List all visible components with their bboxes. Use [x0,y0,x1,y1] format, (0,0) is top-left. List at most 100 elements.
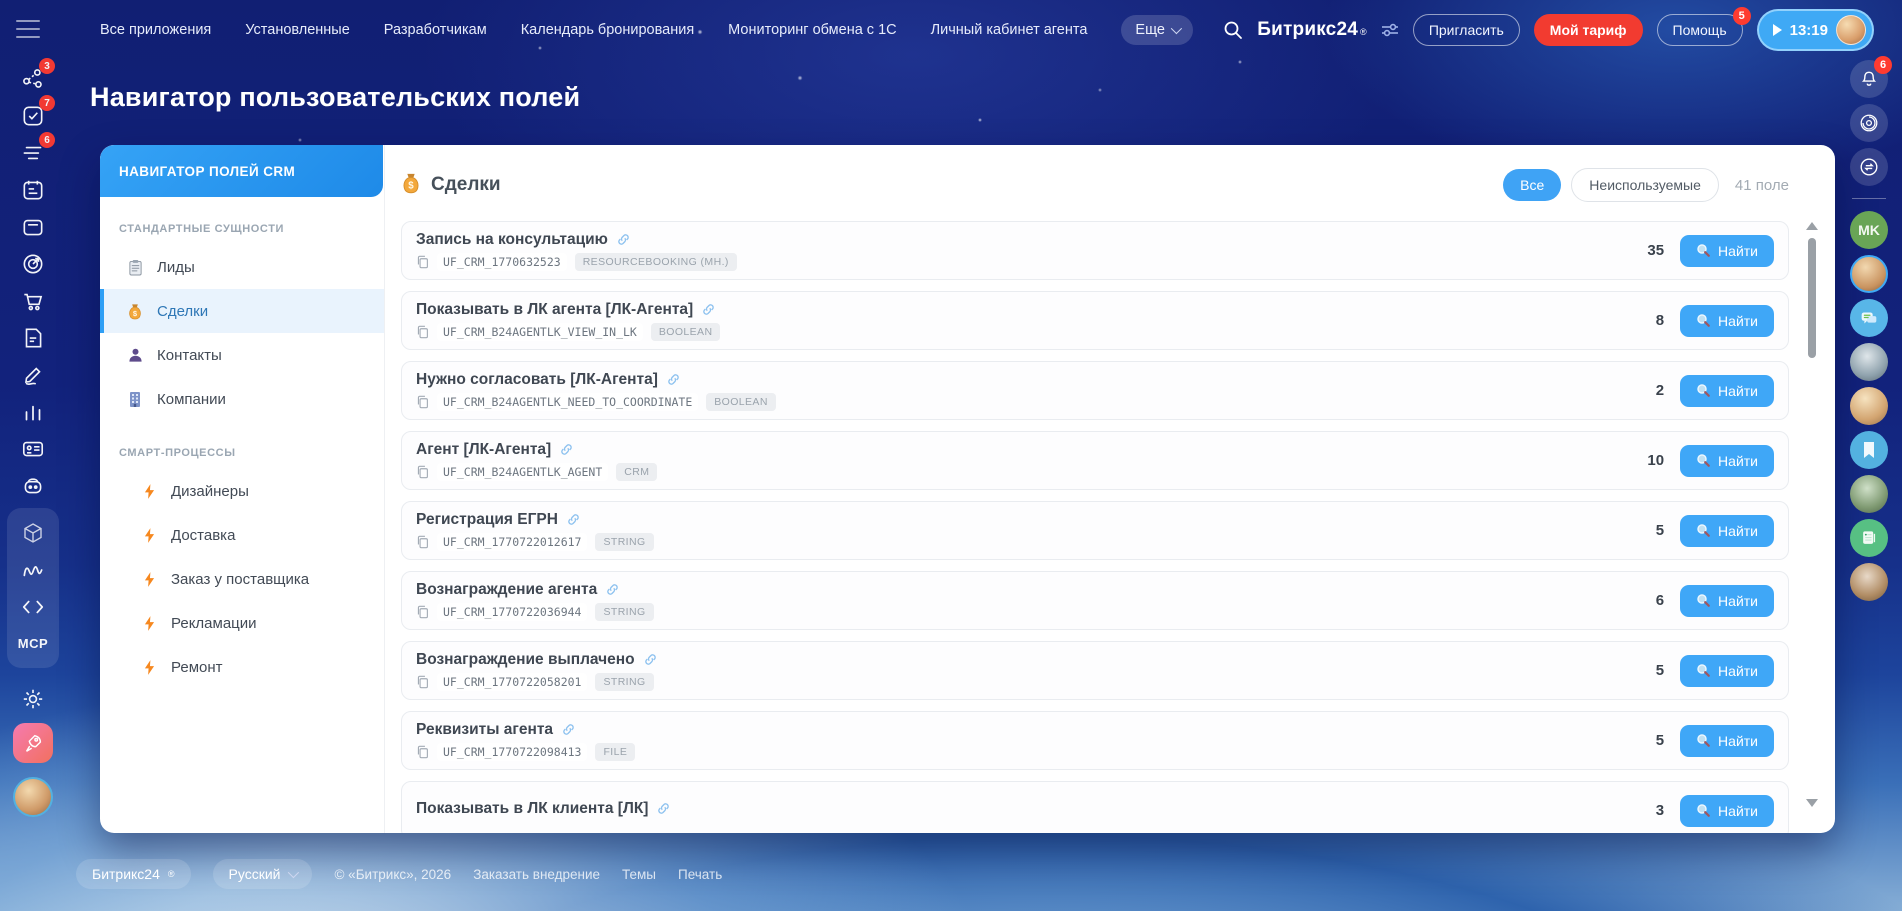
field-name[interactable]: Запись на консультацию [416,231,608,249]
drive-icon[interactable] [13,208,53,245]
field-code[interactable]: UF_CRM_1770722058201 [437,672,588,691]
menu-1c-exchange[interactable]: Мониторинг обмена с 1С [728,22,896,38]
settings-gear-icon[interactable] [13,680,53,717]
bottom-user-avatar[interactable] [13,777,53,817]
menu-all-apps[interactable]: Все приложения [100,22,211,38]
sliders-icon[interactable] [1381,22,1399,38]
find-button[interactable]: Найти [1680,444,1774,477]
menu-booking-calendar[interactable]: Календарь бронирования [521,22,694,38]
smart-item-repair[interactable]: Ремонт [100,645,384,689]
tasks-icon[interactable]: 7 [13,95,55,134]
field-code[interactable]: UF_CRM_1770722012617 [437,532,588,551]
smart-item-delivery[interactable]: Доставка [100,513,384,557]
list-scrollbar[interactable] [1805,222,1819,825]
link-icon[interactable] [605,582,620,597]
entity-item-deals[interactable]: $ Сделки [100,289,384,333]
feed-icon[interactable]: 6 [13,132,55,171]
sign-pen-icon[interactable] [13,356,53,393]
hamburger-menu-icon[interactable] [16,20,40,38]
field-name[interactable]: Агент [ЛК-Агента] [416,441,551,459]
menu-developers[interactable]: Разработчикам [384,22,487,38]
field-name[interactable]: Регистрация ЕГРН [416,511,558,529]
help-button[interactable]: Помощь [1656,14,1743,46]
field-name[interactable]: Показывать в ЛК клиента [ЛК] [416,800,648,818]
link-icon[interactable] [666,372,681,387]
copy-icon[interactable] [416,675,429,689]
copy-icon[interactable] [416,535,429,549]
crm-target-icon[interactable] [13,245,53,282]
smart-item-supplier-order[interactable]: Заказ у поставщика [100,557,384,601]
notes-chat-icon[interactable] [1850,519,1888,557]
copy-icon[interactable] [416,465,429,479]
find-button[interactable]: Найти [1680,514,1774,547]
find-button[interactable]: Найти [1680,234,1774,267]
ai-bot-icon[interactable] [13,467,53,504]
link-icon[interactable] [559,442,574,457]
field-code[interactable]: UF_CRM_1770722098413 [437,742,588,761]
bi-chart-icon[interactable] [13,393,53,430]
footer-link-themes[interactable]: Темы [622,867,656,882]
chat-avatar-4[interactable] [1850,475,1888,513]
link-icon[interactable] [616,232,631,247]
field-code[interactable]: UF_CRM_B24AGENTLK_VIEW_IN_LK [437,322,643,341]
find-button[interactable]: Найти [1680,654,1774,687]
my-plan-button[interactable]: Мой тариф [1533,14,1643,46]
entity-item-companies[interactable]: Компании [100,377,384,421]
group-chat-icon[interactable] [1850,299,1888,337]
package-icon[interactable] [13,514,53,551]
chat-avatar-3[interactable] [1850,387,1888,425]
copy-icon[interactable] [416,745,429,759]
field-name[interactable]: Вознаграждение выплачено [416,651,635,669]
chat-avatar-2[interactable] [1850,343,1888,381]
rocket-launcher-icon[interactable] [13,723,53,763]
find-button[interactable]: Найти [1680,724,1774,757]
smart-item-designers[interactable]: Дизайнеры [100,469,384,513]
link-icon[interactable] [643,652,658,667]
footer-link-print[interactable]: Печать [678,867,722,882]
document-icon[interactable] [13,319,53,356]
chat-transfer-icon[interactable] [1850,148,1888,186]
entity-item-contacts[interactable]: Контакты [100,333,384,377]
field-name[interactable]: Нужно согласовать [ЛК-Агента] [416,371,658,389]
menu-agent-cabinet[interactable]: Личный кабинет агента [931,22,1088,38]
language-selector[interactable]: Русский [212,859,313,889]
link-icon[interactable] [701,302,716,317]
invite-button[interactable]: Пригласить [1412,14,1520,46]
link-icon[interactable] [566,512,581,527]
find-button[interactable]: Найти [1680,374,1774,407]
field-name[interactable]: Вознаграждение агента [416,581,597,599]
scroll-up-arrow[interactable] [1806,222,1818,230]
find-button[interactable]: Найти [1680,584,1774,617]
smart-item-claims[interactable]: Рекламации [100,601,384,645]
field-name[interactable]: Показывать в ЛК агента [ЛК-Агента] [416,301,693,319]
scroll-down-arrow[interactable] [1806,799,1818,807]
network-icon[interactable]: 3 [13,58,55,97]
copy-icon[interactable] [416,605,429,619]
saved-messages-bookmark-icon[interactable] [1850,431,1888,469]
filter-unused-button[interactable]: Неиспользуемые [1571,168,1719,202]
field-name[interactable]: Реквизиты агента [416,721,553,739]
field-code[interactable]: UF_CRM_1770722036944 [437,602,588,621]
scrollbar-thumb[interactable] [1808,238,1816,358]
chat-avatar-5[interactable] [1850,563,1888,601]
find-button[interactable]: Найти [1680,304,1774,337]
footer-brand[interactable]: Битрикс24 ® [76,859,191,889]
mcp-item[interactable]: MCP [13,625,53,662]
field-code[interactable]: UF_CRM_B24AGENTLK_AGENT [437,462,609,481]
menu-more-button[interactable]: Еще [1121,15,1193,45]
field-code[interactable]: UF_CRM_B24AGENTLK_NEED_TO_COORDINATE [437,392,699,411]
chat-avatar-1[interactable] [1850,255,1888,293]
notifications-bell-icon[interactable]: 6 [1850,56,1892,98]
entity-item-leads[interactable]: Лиды [100,245,384,289]
time-tracker-widget[interactable]: 13:19 [1756,9,1874,51]
link-icon[interactable] [561,722,576,737]
chat-avatar-mk[interactable]: MK [1850,211,1888,249]
footer-link-implementation[interactable]: Заказать внедрение [473,867,600,882]
link-icon[interactable] [656,801,671,816]
field-code[interactable]: UF_CRM_1770632523 [437,252,567,271]
code-icon[interactable] [13,588,53,625]
shop-cart-icon[interactable] [13,282,53,319]
market-wave-icon[interactable] [13,551,53,588]
find-button[interactable]: Найти [1680,794,1774,827]
copilot-icon[interactable] [1850,104,1888,142]
